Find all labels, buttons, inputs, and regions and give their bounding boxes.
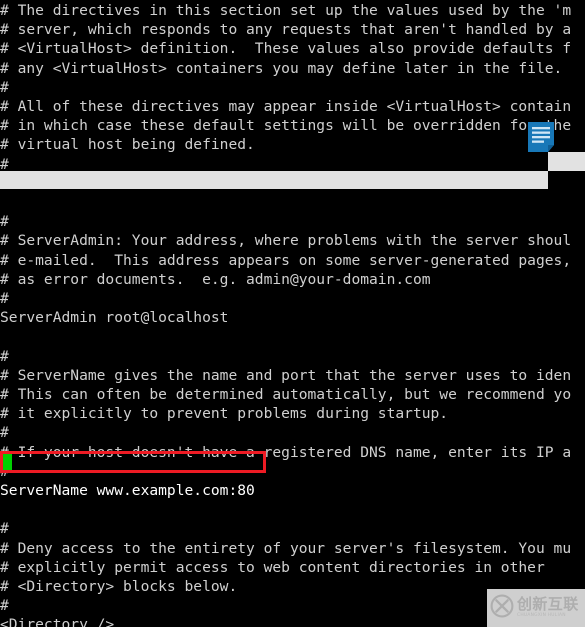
terminal-line: # <VirtualHost> definition. These values…: [0, 40, 572, 58]
overlay-gray-block-wide: [0, 171, 548, 189]
watermark-title: 创新互联: [517, 595, 579, 614]
terminal-line: # ServerName gives the name and port tha…: [0, 366, 572, 384]
terminal-line: # All of these directives may appear ins…: [0, 98, 572, 115]
circle-x-logo: [490, 594, 514, 622]
terminal-line: # virtual host being defined.: [0, 136, 255, 154]
watermark-text: 创新互联 CHUANGXIN HULIAN: [517, 597, 579, 618]
terminal-line: # Deny access to the entirety of your se…: [0, 539, 572, 557]
terminal-line: #: [0, 462, 9, 480]
terminal-line: #: [0, 213, 9, 231]
terminal-line: # any <VirtualHost> containers you may d…: [0, 59, 563, 77]
terminal-line: # server, which responds to any requests…: [0, 21, 572, 39]
terminal-line: # it explicitly to prevent problems duri…: [0, 405, 449, 423]
terminal-line: # This can often be determined automatic…: [0, 386, 572, 403]
overlay-gray-block-small: [548, 152, 585, 171]
terminal-line: # The directives in this section set up …: [0, 2, 572, 19]
terminal-line: ServerAdmin root@localhost: [0, 309, 229, 327]
terminal-line: #: [0, 78, 9, 96]
terminal-line: # explicitly permit access to web conten…: [0, 558, 545, 576]
terminal-line: # in which case these default settings w…: [0, 117, 572, 135]
terminal-window[interactable]: # The directives in this section set up …: [0, 0, 585, 627]
terminal-line: #: [0, 424, 9, 442]
terminal-line: #: [0, 520, 9, 538]
servername-directive-line[interactable]: ServerName www.example.com:80: [0, 481, 585, 500]
terminal-line: # If your host doesn't have a registered…: [0, 443, 572, 461]
terminal-line: #: [0, 347, 9, 365]
terminal-line: #: [0, 290, 9, 307]
document-icon[interactable]: [528, 122, 554, 152]
terminal-line: # ServerAdmin: Your address, where probl…: [0, 232, 572, 250]
watermark: 创新互联 CHUANGXIN HULIAN: [487, 589, 585, 627]
terminal-line: # e-mailed. This address appears on some…: [0, 251, 572, 269]
terminal-cursor: [3, 454, 12, 470]
terminal-line: # as error documents. e.g. admin@your-do…: [0, 270, 431, 288]
watermark-subtitle: CHUANGXIN HULIAN: [517, 613, 566, 619]
